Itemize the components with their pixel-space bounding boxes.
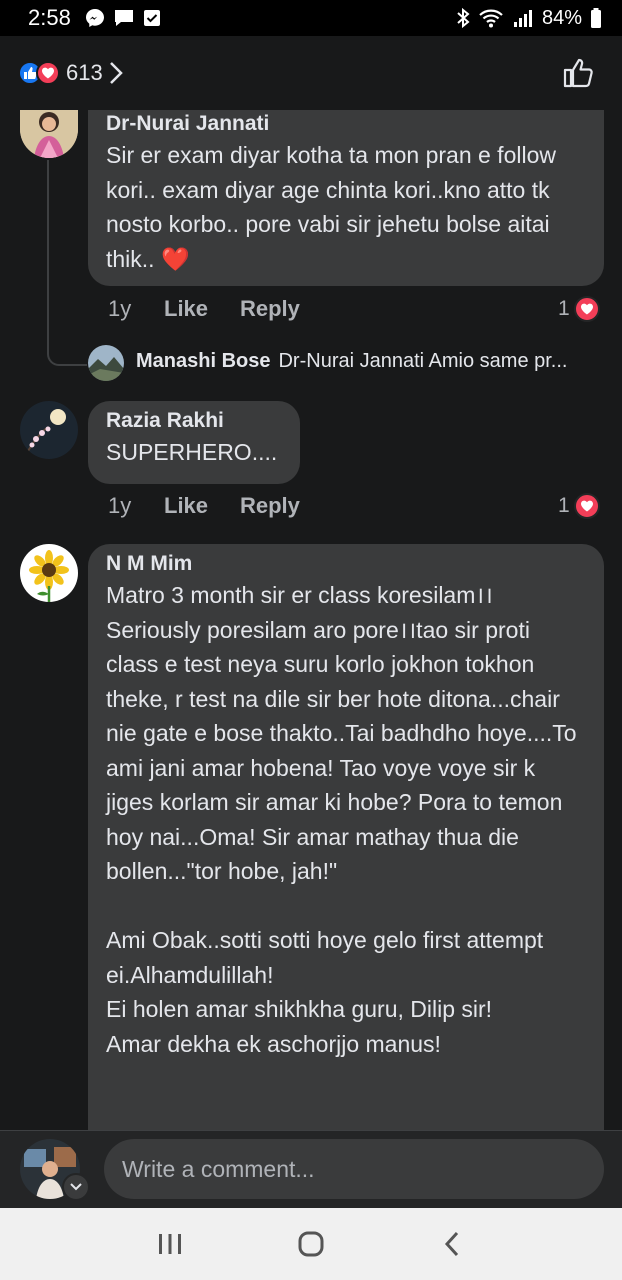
comment-actions: 1y Like Reply — [108, 296, 300, 322]
reply-link[interactable]: Reply — [240, 296, 300, 322]
comment-author[interactable]: N M Mim — [106, 550, 586, 578]
comment-bubble[interactable]: Dr-Nurai Jannati Sir er exam diyar kotha… — [88, 110, 604, 286]
reply-author: Manashi Bose — [136, 350, 271, 372]
message-icon — [114, 10, 133, 26]
comment-reaction-count: 1 — [558, 297, 570, 320]
notification-icons — [85, 8, 161, 28]
reply-link[interactable]: Reply — [240, 493, 300, 519]
home-button[interactable] — [281, 1214, 341, 1274]
comment-time[interactable]: 1y — [108, 296, 164, 322]
home-icon — [298, 1231, 324, 1257]
comment-reaction-count: 1 — [558, 494, 570, 517]
checkbox-icon — [143, 10, 160, 26]
bluetooth-icon — [457, 7, 470, 29]
signal-icon — [513, 10, 532, 27]
like-button-icon[interactable] — [562, 57, 594, 89]
avatar-dropdown-icon[interactable] — [62, 1173, 90, 1201]
comment-reaction-badge[interactable]: 1 — [558, 493, 600, 519]
battery-percent: 84% — [541, 6, 582, 29]
messenger-icon — [85, 9, 104, 27]
comment-bubble[interactable]: N M Mim Matro 3 month sir er class kores… — [88, 544, 604, 1130]
comment-text: SUPERHERO.... — [106, 439, 278, 465]
status-time: 2:58 — [28, 5, 71, 30]
comment-text: Sir er exam diyar kotha ta mon pran e fo… — [106, 142, 556, 272]
back-icon — [444, 1231, 458, 1257]
avatar[interactable] — [20, 110, 78, 158]
chevron-right-icon — [109, 62, 123, 84]
back-button[interactable] — [422, 1214, 482, 1274]
comment-actions: 1y Like Reply — [108, 493, 300, 519]
comment-text: Matro 3 month sir er class koresilam।। S… — [106, 582, 577, 1057]
love-reaction-icon — [36, 61, 60, 85]
comment-composer — [0, 1130, 622, 1208]
reactions-header: 613 — [0, 36, 622, 110]
recent-apps-icon — [159, 1234, 182, 1254]
reactions-summary[interactable]: 613 — [18, 60, 123, 86]
thread-line — [47, 160, 87, 366]
love-reaction-icon — [573, 493, 600, 519]
status-right: 84% — [456, 7, 602, 30]
comments-list: Dr-Nurai Jannati Sir er exam diyar kotha… — [0, 110, 622, 1130]
avatar[interactable] — [20, 401, 78, 459]
like-link[interactable]: Like — [164, 296, 240, 322]
reply-avatar[interactable] — [88, 345, 124, 381]
avatar[interactable] — [20, 544, 78, 602]
recent-apps-button[interactable] — [140, 1214, 200, 1274]
comment-author[interactable]: Razia Rakhi — [106, 407, 282, 435]
reaction-count: 613 — [66, 60, 103, 85]
comment-reaction-badge[interactable]: 1 — [558, 296, 600, 322]
reply-text: Dr-Nurai Jannati Amio same pr... — [278, 350, 568, 372]
battery-icon — [591, 8, 601, 28]
comment-time[interactable]: 1y — [108, 493, 164, 519]
status-bar: 2:58 84% — [0, 0, 622, 36]
love-reaction-icon — [573, 296, 600, 322]
wifi-icon — [479, 9, 503, 28]
comment-author[interactable]: Dr-Nurai Jannati — [106, 110, 586, 138]
like-link[interactable]: Like — [164, 493, 240, 519]
reply-preview[interactable]: Manashi Bose Dr-Nurai Jannati Amio same … — [136, 350, 602, 373]
comment-bubble[interactable]: Razia Rakhi SUPERHERO.... — [88, 401, 300, 484]
comment-input[interactable] — [104, 1139, 604, 1199]
system-nav-bar — [0, 1208, 622, 1280]
